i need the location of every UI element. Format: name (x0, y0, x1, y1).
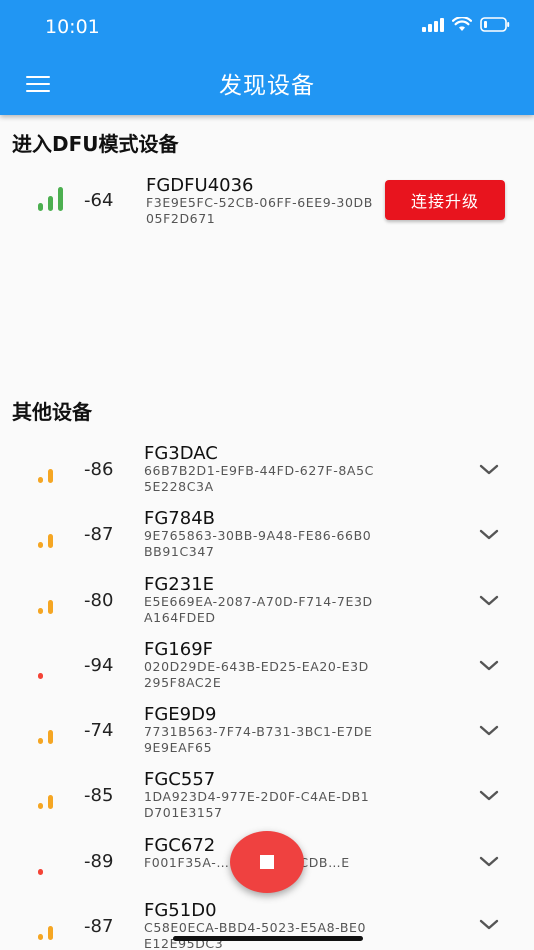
device-id: 66B7B2D1-E9FB-44FD-627F-8A5C5E228C3A (144, 463, 374, 494)
signal-strength-icon (36, 655, 66, 679)
device-row[interactable]: -80 FG231E E5E669EA-2087-A70D-F714-7E3DA… (0, 574, 534, 634)
signal-strength-icon (36, 720, 66, 744)
signal-strength-icon (36, 459, 66, 483)
chevron-down-icon[interactable] (478, 659, 500, 673)
device-id: 7731B563-7F74-B731-3BC1-E7DE9E9EAF65 (144, 724, 373, 755)
page-title: 发现设备 (219, 73, 315, 99)
stop-icon (260, 855, 274, 869)
status-icons (422, 17, 510, 32)
chevron-down-icon[interactable] (478, 463, 500, 477)
chevron-down-icon[interactable] (478, 724, 500, 738)
device-row[interactable]: -85 FGC557 1DA923D4-977E-2D0F-C4AE-DB1D7… (0, 769, 534, 829)
battery-icon (480, 17, 510, 32)
device-row[interactable]: -87 FG51D0 C58E0ECA-BBD4-5023-E5A8-BE0E1… (0, 900, 534, 950)
device-row[interactable]: -74 FGE9D9 7731B563-7F74-B731-3BC1-E7DE9… (0, 704, 534, 764)
device-rssi: -64 (84, 190, 114, 211)
device-name: FG51D0 (144, 900, 217, 921)
device-rssi: -86 (84, 459, 114, 480)
chevron-down-icon[interactable] (478, 528, 500, 542)
status-time: 10:01 (45, 16, 100, 38)
chevron-down-icon[interactable] (478, 918, 500, 932)
signal-strength-icon (36, 851, 66, 875)
chevron-down-icon[interactable] (478, 594, 500, 608)
signal-strength-icon (36, 785, 66, 809)
chevron-down-icon[interactable] (478, 789, 500, 803)
device-rssi: -89 (84, 851, 114, 872)
device-row[interactable]: -94 FG169F 020D29DE-643B-ED25-EA20-E3D29… (0, 639, 534, 699)
device-rssi: -85 (84, 785, 114, 806)
connect-upgrade-button[interactable]: 连接升级 (385, 180, 505, 220)
home-indicator (173, 936, 363, 941)
device-name: FGE9D9 (144, 704, 217, 725)
other-section-title: 其他设备 (12, 400, 92, 424)
device-name: FG784B (144, 508, 216, 529)
device-rssi: -87 (84, 524, 114, 545)
chevron-down-icon[interactable] (478, 855, 500, 869)
stop-scan-button[interactable] (230, 831, 304, 893)
app-header: 10:01 发现设备 (0, 0, 534, 115)
device-name: FG169F (144, 639, 214, 660)
device-rssi: -74 (84, 720, 114, 741)
signal-strength-icon (36, 524, 66, 548)
device-name: FGC672 (144, 835, 216, 856)
device-name: FG231E (144, 574, 215, 595)
device-id: F3E9E5FC-52CB-06FF-6EE9-30DB05F2D671 (146, 195, 373, 226)
device-name: FGDFU4036 (146, 175, 254, 196)
device-row[interactable]: -86 FG3DAC 66B7B2D1-E9FB-44FD-627F-8A5C5… (0, 443, 534, 503)
cellular-signal-icon (422, 17, 444, 32)
device-name: FG3DAC (144, 443, 218, 464)
signal-strength-icon (36, 187, 66, 211)
dfu-section-title: 进入DFU模式设备 (12, 132, 179, 156)
device-id: 1DA923D4-977E-2D0F-C4AE-DB1D701E3157 (144, 789, 370, 820)
device-rssi: -87 (84, 916, 114, 937)
wifi-icon (452, 17, 472, 31)
device-row[interactable]: -87 FG784B 9E765863-30BB-9A48-FE86-66B0B… (0, 508, 534, 568)
signal-strength-icon (36, 590, 66, 614)
signal-strength-icon (36, 916, 66, 940)
device-id: 9E765863-30BB-9A48-FE86-66B0BB91C347 (144, 528, 372, 559)
device-name: FGC557 (144, 769, 216, 790)
device-id: C58E0ECA-BBD4-5023-E5A8-BE0E12E95DC3 (144, 920, 367, 950)
device-id: E5E669EA-2087-A70D-F714-7E3DA164FDED (144, 594, 373, 625)
device-id: 020D29DE-643B-ED25-EA20-E3D295F8AC2E (144, 659, 369, 690)
device-rssi: -80 (84, 590, 114, 611)
device-rssi: -94 (84, 655, 114, 676)
